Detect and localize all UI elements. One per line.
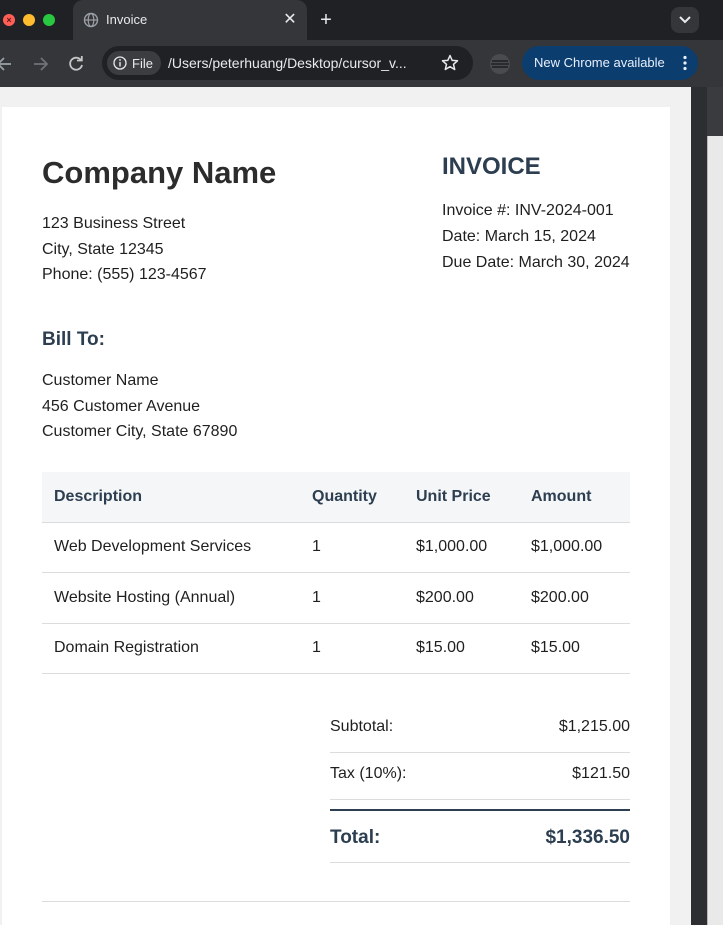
item-quantity: 1	[300, 572, 404, 624]
customer-name: Customer Name	[42, 372, 159, 389]
invoice-meta: Invoice #: INV-2024-001 Date: March 15, …	[442, 198, 630, 276]
tax-value: $121.50	[572, 765, 630, 782]
address-bar[interactable]: File /Users/peterhuang/Desktop/cursor_v.…	[102, 46, 473, 80]
item-unit-price: $15.00	[404, 623, 519, 674]
tax-row: Tax (10%): $121.50	[330, 753, 630, 800]
total-row: Total: $1,336.50	[330, 809, 630, 863]
chevron-down-icon	[679, 16, 691, 24]
subtotal-label: Subtotal:	[330, 718, 394, 735]
item-amount: $200.00	[519, 572, 630, 624]
tab-title: Invoice	[106, 12, 148, 27]
table-header-row: Description Quantity Unit Price Amount	[42, 472, 630, 523]
item-description: Domain Registration	[42, 623, 300, 674]
tab-invoice[interactable]: Invoice ✕	[73, 0, 307, 40]
footer-divider	[42, 901, 630, 902]
site-info-chip[interactable]: File	[107, 51, 161, 75]
column-header-description: Description	[42, 472, 300, 523]
line-items-table: Description Quantity Unit Price Amount W…	[42, 472, 630, 674]
back-arrow-icon[interactable]	[0, 53, 16, 75]
adjacent-window-titlebar	[707, 87, 723, 136]
company-address: 123 Business Street City, State 12345 Ph…	[42, 211, 207, 288]
globe-icon	[83, 12, 99, 28]
subtotal-value: $1,215.00	[558, 718, 630, 735]
item-amount: $1,000.00	[519, 522, 630, 573]
item-unit-price: $200.00	[404, 572, 519, 624]
close-icon: ×	[6, 15, 12, 25]
company-name: Company Name	[42, 155, 277, 190]
column-header-quantity: Quantity	[300, 472, 404, 523]
minimize-window-button[interactable]	[23, 14, 35, 26]
new-tab-button[interactable]: +	[315, 9, 337, 31]
table-row: Website Hosting (Annual) 1 $200.00 $200.…	[42, 572, 630, 624]
item-description: Website Hosting (Annual)	[42, 572, 300, 624]
url-text[interactable]: /Users/peterhuang/Desktop/cursor_v...	[168, 55, 430, 71]
item-description: Web Development Services	[42, 522, 300, 573]
subtotal-row: Subtotal: $1,215.00	[330, 706, 630, 753]
more-vert-icon[interactable]	[676, 54, 694, 72]
column-header-amount: Amount	[519, 472, 630, 523]
tax-label: Tax (10%):	[330, 765, 407, 782]
bill-to-address: Customer Name 456 Customer Avenue Custom…	[42, 368, 237, 445]
table-row: Web Development Services 1 $1,000.00 $1,…	[42, 522, 630, 573]
customer-street: 456 Customer Avenue	[42, 397, 201, 415]
invoice-number: Invoice #: INV-2024-001	[442, 202, 614, 219]
reload-icon[interactable]	[65, 53, 87, 75]
forward-arrow-icon[interactable]	[30, 53, 52, 75]
update-label: New Chrome available	[534, 55, 665, 70]
invoice-date: Date: March 15, 2024	[442, 228, 596, 245]
tab-search-button[interactable]	[671, 7, 699, 33]
close-window-button[interactable]: ×	[3, 14, 15, 26]
zoom-window-button[interactable]	[43, 14, 55, 26]
new-chrome-available-button[interactable]: New Chrome available	[522, 46, 698, 80]
item-quantity: 1	[300, 623, 404, 674]
bookmark-star-icon[interactable]	[440, 53, 460, 73]
tab-strip: × Invoice ✕ +	[0, 0, 723, 40]
item-unit-price: $1,000.00	[404, 522, 519, 573]
totals-block: Subtotal: $1,215.00 Tax (10%): $121.50 T…	[330, 706, 630, 863]
tab-close-icon[interactable]: ✕	[280, 10, 300, 30]
total-value: $1,336.50	[545, 827, 630, 848]
bill-to-heading: Bill To:	[42, 329, 105, 350]
company-phone: Phone: (555) 123-4567	[42, 266, 207, 283]
item-amount: $15.00	[519, 623, 630, 674]
total-label: Total:	[330, 827, 381, 848]
customer-city: Customer City, State 67890	[42, 423, 238, 440]
invoice-document: Company Name 123 Business Street City, S…	[2, 107, 670, 925]
company-street: 123 Business Street	[42, 215, 186, 232]
profile-extension-icon[interactable]	[488, 52, 512, 76]
invoice-due-date: Due Date: March 30, 2024	[442, 254, 630, 271]
adjacent-window	[707, 136, 723, 925]
company-city: City, State 12345	[42, 240, 164, 258]
table-row: Domain Registration 1 $15.00 $15.00	[42, 623, 630, 674]
scheme-label: File	[132, 56, 153, 71]
invoice-title: INVOICE	[442, 153, 541, 180]
column-header-unit-price: Unit Price	[404, 472, 519, 523]
info-icon	[113, 56, 127, 70]
page-viewport[interactable]: Company Name 123 Business Street City, S…	[0, 87, 691, 925]
item-quantity: 1	[300, 522, 404, 573]
